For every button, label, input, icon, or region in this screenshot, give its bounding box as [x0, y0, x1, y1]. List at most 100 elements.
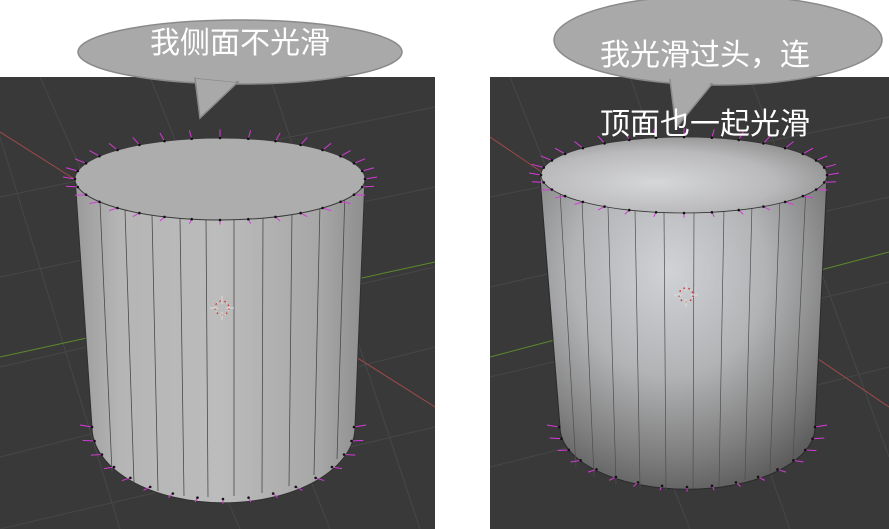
vertex-normal-icon — [79, 424, 93, 428]
vertex-normal-icon — [364, 176, 378, 180]
caption-left: 我侧面不光滑 — [150, 26, 330, 61]
vertex-dot — [330, 465, 334, 469]
vertex-dot — [138, 143, 141, 147]
vertex-dot — [710, 484, 714, 488]
vertex-dot — [542, 166, 546, 169]
vertex-dot — [756, 475, 760, 479]
cylinder-side[interactable] — [74, 176, 366, 504]
vertex-dot — [218, 218, 222, 222]
vertex-dot — [685, 485, 689, 489]
vertex-dot — [129, 476, 132, 480]
vertex-normal-icon — [247, 130, 252, 139]
vertex-dot — [560, 437, 563, 441]
vertex-dot — [563, 194, 567, 198]
vertex-normal-icon — [353, 194, 366, 196]
vertex-dot — [822, 181, 826, 184]
vertex-dot — [783, 200, 787, 204]
vertex-dot — [190, 137, 194, 141]
vertex-normal-icon — [322, 142, 332, 151]
vertex-normal-icon — [362, 167, 375, 172]
vertex-dot — [73, 177, 77, 181]
vertex-normal-icon — [805, 449, 817, 451]
vertex-dot — [342, 453, 346, 456]
vertex-dot — [339, 154, 342, 158]
vertex-dot — [542, 181, 546, 184]
vertex-normal-icon — [74, 158, 87, 164]
vertex-normal-icon — [340, 150, 351, 157]
vertex-dot — [360, 185, 364, 189]
vertex-normal-icon — [587, 468, 597, 473]
vertex-dot — [299, 143, 302, 147]
caption-right-line-2: 顶面也一起光滑 — [600, 106, 810, 142]
vertex-dot — [776, 468, 779, 471]
vertex-dot — [321, 148, 324, 152]
vertex-dot — [274, 215, 277, 219]
vertex-normal-icon — [188, 130, 193, 139]
caption-right-line-1: 我光滑过头，连 — [600, 37, 810, 73]
vertex-normal-icon — [89, 150, 100, 157]
vertex-dot — [627, 208, 631, 212]
vertex-dot — [803, 448, 807, 452]
vertex-dot — [171, 492, 175, 495]
vertex-dot — [737, 208, 741, 212]
vertex-dot — [654, 210, 658, 214]
vertex-dot — [550, 159, 554, 162]
vertex-dot — [190, 217, 194, 221]
vertex-normal-icon — [65, 167, 78, 172]
vertex-dot — [539, 173, 543, 177]
vertex-dot — [116, 148, 119, 152]
vertex-dot — [614, 475, 618, 479]
vertex-normal-icon — [812, 437, 825, 440]
vertex-normal-icon — [300, 137, 308, 146]
vertex-dot — [112, 465, 116, 469]
vertex-normal-icon — [546, 424, 560, 428]
vertex-dot — [246, 137, 250, 141]
vertex-dot — [98, 154, 101, 158]
vertex-dot — [314, 476, 317, 480]
vertex-dot — [550, 188, 554, 191]
vertex-normal-icon — [353, 158, 366, 164]
vertex-dot — [163, 215, 166, 219]
vertex-dot — [163, 139, 166, 143]
vertex-normal-icon — [362, 185, 375, 188]
vertex-dot — [271, 492, 275, 495]
vertex-dot — [360, 169, 364, 173]
vertex-normal-icon — [824, 181, 837, 183]
viewport-left[interactable] — [0, 77, 435, 529]
vertex-normal-icon — [557, 449, 569, 451]
vertex-dot — [246, 217, 250, 221]
vertex-normal-icon — [351, 439, 364, 442]
vertex-dot — [98, 200, 101, 204]
vertex-dot — [76, 169, 80, 173]
vertex-dot — [363, 177, 367, 181]
vertex-normal-icon — [353, 424, 367, 428]
vertex-dot — [567, 448, 571, 452]
vertex-dot — [138, 211, 141, 215]
vertex-dot — [660, 484, 664, 488]
vertex-dot — [682, 211, 686, 215]
vertex-dot — [84, 193, 88, 196]
vertex-dot — [350, 439, 353, 443]
vertex-dot — [116, 206, 119, 210]
vertex-normal-icon — [528, 172, 542, 176]
vertex-dot — [76, 185, 80, 189]
vertex-dot — [100, 453, 104, 456]
vertex-normal-icon — [816, 189, 828, 191]
vertex-dot — [813, 425, 817, 429]
vertex-normal-icon — [108, 142, 118, 151]
vertex-normal-icon — [549, 437, 562, 440]
vertex-dot — [710, 210, 714, 214]
vertex-dot — [84, 162, 88, 165]
vertex-dot — [762, 205, 765, 208]
vertex-dot — [339, 200, 342, 204]
vertex-dot — [636, 481, 640, 484]
vertex-normal-icon — [159, 132, 165, 142]
vertex-normal-icon — [132, 137, 140, 146]
vertex-normal-icon — [74, 194, 87, 196]
vertex-dot — [581, 200, 585, 204]
vertex-dot — [557, 425, 561, 429]
vertex-dot — [294, 485, 298, 489]
vertex-dot — [801, 194, 805, 198]
vertex-dot — [734, 481, 738, 484]
vertex-normal-icon — [344, 454, 356, 456]
